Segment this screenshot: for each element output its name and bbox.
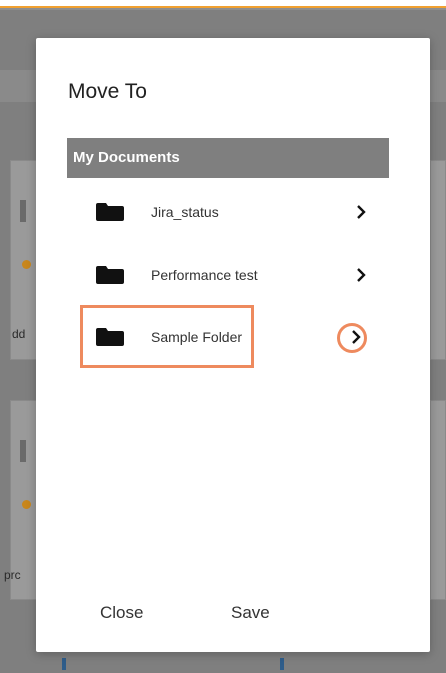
chevron-right-icon[interactable] — [356, 267, 366, 283]
background-card — [430, 400, 446, 600]
folder-tree-root[interactable]: My Documents — [67, 138, 389, 178]
background-truncated-label: dd — [12, 327, 26, 341]
background-bar-mark — [20, 200, 26, 222]
folder-row-jira-status[interactable]: Jira_status — [67, 178, 389, 238]
chevron-right-icon[interactable] — [356, 204, 366, 220]
background-bar-mark — [20, 440, 26, 462]
folder-icon — [96, 203, 124, 221]
highlight-circle-annotation — [337, 323, 367, 353]
background-blue-mark — [62, 658, 66, 670]
top-accent-bar — [0, 0, 446, 8]
background-truncated-label: prc — [4, 568, 21, 582]
background-blue-mark — [280, 658, 284, 670]
dialog-title: Move To — [68, 80, 147, 103]
folder-row-performance-test[interactable]: Performance test — [67, 241, 389, 301]
background-card — [430, 160, 446, 360]
move-to-dialog: Move To My Documents Jira_status Perform… — [36, 38, 430, 652]
folder-name: Jira_status — [151, 204, 219, 220]
folder-icon — [96, 266, 124, 284]
folder-name: Performance test — [151, 267, 258, 283]
save-button[interactable]: Save — [231, 603, 270, 623]
background-orange-dot — [22, 260, 31, 269]
background-orange-dot — [22, 500, 31, 509]
highlight-box-annotation — [80, 305, 254, 368]
close-button[interactable]: Close — [100, 603, 143, 623]
